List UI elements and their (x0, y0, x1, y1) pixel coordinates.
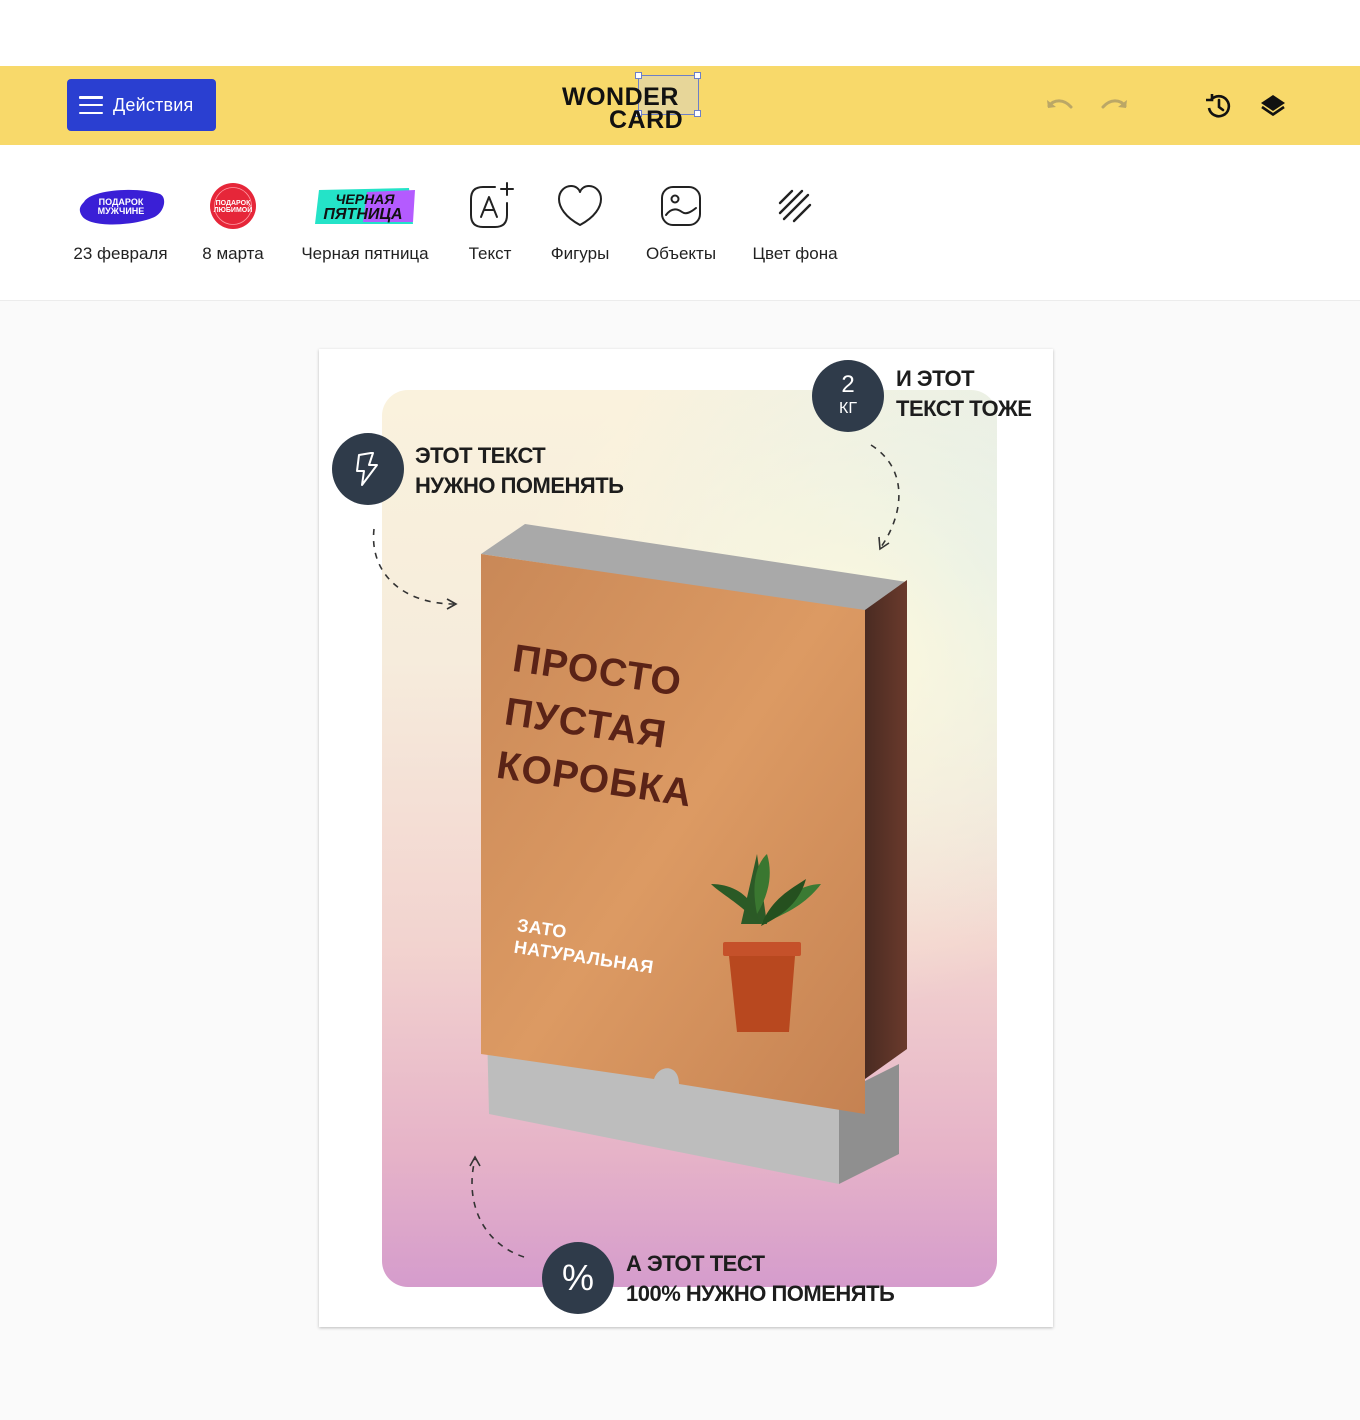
svg-text:ЧЕРНАЯ: ЧЕРНАЯ (335, 191, 395, 207)
podarok-lubimoy-sticker: ПОДАРОК ЛЮБИМОЙ (210, 183, 256, 229)
percent-badge[interactable]: % (542, 1242, 614, 1314)
actions-label: Действия (113, 94, 194, 115)
background-stripes-icon (778, 189, 812, 223)
callout-top-left-line1: ЭТОТ ТЕКСТ (415, 443, 546, 468)
callout-top-right[interactable]: И ЭТОТ ТЕКСТ ТОЖЕ (896, 364, 1032, 424)
tool-label: Объекты (645, 244, 717, 263)
tool-black-friday[interactable]: ЧЕРНАЯ ПЯТНИЦА Черная пятница (297, 145, 433, 300)
app-header: Действия WONDER CARD (0, 66, 1360, 145)
tool-panel: ПОДАРОК МУЖЧИНЕ 23 февраля ПОДАРОК ЛЮБИМ… (0, 145, 1360, 301)
svg-text:ПОДАРОК: ПОДАРОК (216, 200, 251, 207)
podarok-muzhchine-sticker: ПОДАРОК МУЖЧИНЕ (79, 189, 164, 225)
box-title[interactable]: ПРОСТО ПУСТАЯ КОРОБКА (493, 632, 712, 821)
heart-shape-icon (558, 185, 602, 226)
box-illustration[interactable] (479, 524, 909, 1189)
tool-text[interactable]: Текст (461, 145, 519, 300)
callout-bottom-line1: А ЭТОТ ТЕСТ (626, 1251, 765, 1276)
design-canvas[interactable]: ПРОСТО ПУСТАЯ КОРОБКА ЗАТО НАТУРАЛЬНАЯ Э… (319, 349, 1053, 1327)
layers-icon[interactable] (1258, 91, 1288, 121)
lightning-icon (356, 452, 378, 486)
svg-text:МУЖЧИНЕ: МУЖЧИНЕ (97, 206, 144, 216)
history-icon[interactable] (1203, 91, 1233, 121)
callout-top-right-line1: И ЭТОТ (896, 366, 975, 391)
logo-line2: CARD (609, 106, 684, 134)
image-object-icon (661, 186, 701, 226)
tool-label: Текст (468, 244, 512, 263)
callout-top-left-line2: НУЖНО ПОМЕНЯТЬ (415, 473, 624, 498)
callout-bottom-line2: 100% НУЖНО ПОМЕНЯТЬ (626, 1281, 895, 1306)
svg-text:ЛЮБИМОЙ: ЛЮБИМОЙ (214, 205, 253, 214)
menu-icon (79, 96, 103, 114)
black-friday-sticker: ЧЕРНАЯ ПЯТНИЦА (315, 188, 415, 224)
tool-objects[interactable]: Объекты (641, 145, 721, 300)
wondercard-logo[interactable]: WONDER CARD (560, 72, 710, 134)
tool-label: Черная пятница (301, 244, 429, 263)
tool-label: 8 марта (202, 244, 264, 263)
tool-label: Фигуры (550, 244, 610, 263)
actions-menu-button[interactable]: Действия (67, 79, 216, 131)
weight-value: 2 (841, 371, 855, 398)
selection-handle[interactable] (694, 110, 701, 117)
undo-icon[interactable] (1045, 91, 1075, 121)
tool-8-march[interactable]: ПОДАРОК ЛЮБИМОЙ 8 марта (197, 145, 269, 300)
tool-background-color[interactable]: Цвет фона (749, 145, 841, 300)
svg-text:ПЯТНИЦА: ПЯТНИЦА (323, 206, 402, 223)
add-text-icon (470, 182, 514, 228)
redo-icon[interactable] (1099, 91, 1129, 121)
weight-badge[interactable]: 2 КГ (812, 360, 884, 432)
lightning-badge[interactable] (332, 433, 404, 505)
top-spacer (0, 0, 1360, 66)
weight-unit: КГ (839, 400, 857, 417)
callout-top-right-line2: ТЕКСТ ТОЖЕ (896, 396, 1032, 421)
selection-handle[interactable] (694, 72, 701, 79)
tool-23-february[interactable]: ПОДАРОК МУЖЧИНЕ 23 февраля (72, 145, 169, 300)
tool-shapes[interactable]: Фигуры (545, 145, 615, 300)
percent-icon: % (561, 1257, 594, 1298)
callout-bottom[interactable]: А ЭТОТ ТЕСТ 100% НУЖНО ПОМЕНЯТЬ (626, 1249, 895, 1309)
callout-top-left[interactable]: ЭТОТ ТЕКСТ НУЖНО ПОМЕНЯТЬ (415, 441, 624, 501)
tool-label: 23 февраля (73, 244, 168, 263)
tool-label: Цвет фона (752, 244, 838, 263)
selection-handle[interactable] (635, 72, 642, 79)
